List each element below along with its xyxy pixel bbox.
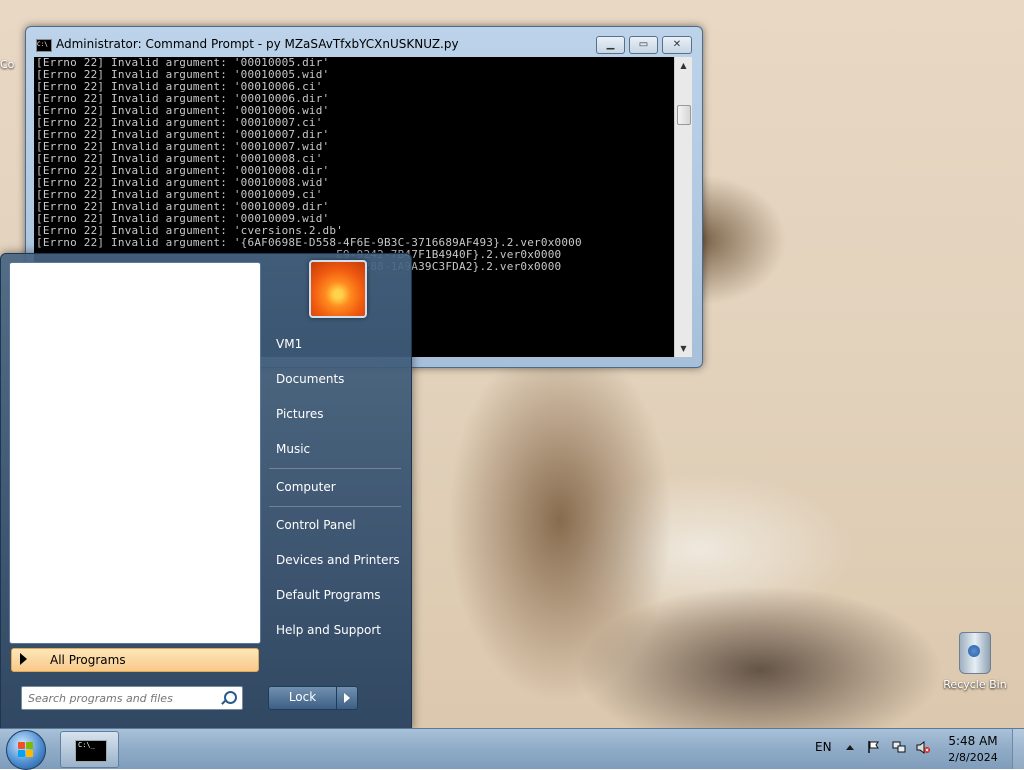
search-input[interactable] (26, 687, 220, 709)
all-programs-button[interactable]: All Programs (11, 648, 259, 672)
cmd-vertical-scrollbar[interactable]: ▲ ▼ (674, 57, 692, 357)
user-avatar[interactable] (309, 260, 367, 318)
start-item-control-panel[interactable]: Control Panel (276, 518, 356, 532)
cmd-icon: C:\ (36, 39, 52, 52)
language-indicator[interactable]: EN (815, 740, 832, 754)
scroll-down-icon[interactable]: ▼ (675, 340, 692, 357)
clock-time[interactable]: 5:48 AM (938, 734, 1008, 748)
shutdown-options-arrow-button[interactable] (336, 686, 358, 710)
scroll-thumb[interactable] (677, 105, 691, 125)
start-menu-divider (269, 506, 401, 507)
arrow-right-icon (20, 653, 27, 665)
desktop-icon-partial-label[interactable]: Co (0, 58, 14, 71)
console-lines: [Errno 22] Invalid argument: '00010005.d… (34, 57, 674, 273)
close-button[interactable]: ✕ (662, 36, 692, 54)
start-item-default-programs[interactable]: Default Programs (276, 588, 381, 602)
network-icon[interactable] (892, 741, 906, 754)
cmd-icon: C:\_ (75, 740, 107, 762)
search-icon[interactable] (224, 691, 237, 704)
show-hidden-icons-icon[interactable] (846, 745, 854, 750)
start-menu-divider (269, 468, 401, 469)
taskbar: C:\_ EN 5:48 AM 2/8/2024 (0, 728, 1024, 770)
recycle-bin-shortcut[interactable]: Recycle Bin (942, 632, 1008, 691)
start-item-devices-printers[interactable]: Devices and Printers (276, 553, 400, 567)
all-programs-label: All Programs (50, 653, 126, 667)
recycle-bin-label: Recycle Bin (943, 678, 1007, 691)
show-desktop-button[interactable] (1012, 729, 1024, 769)
maximize-button[interactable]: ▭ (629, 36, 658, 54)
cmd-titlebar[interactable]: C:\ Administrator: Command Prompt - py M… (26, 27, 702, 57)
start-menu: All Programs VM1 Documents Pictures Musi… (0, 253, 412, 730)
search-box[interactable] (21, 686, 243, 710)
windows-logo-icon (18, 742, 34, 758)
minimize-button[interactable]: ▁ (596, 36, 625, 54)
start-item-computer[interactable]: Computer (276, 480, 336, 494)
start-item-pictures[interactable]: Pictures (276, 407, 324, 421)
start-item-music[interactable]: Music (276, 442, 310, 456)
cmd-window-title: Administrator: Command Prompt - py MZaSA… (56, 37, 459, 51)
action-center-flag-icon[interactable] (868, 741, 880, 753)
taskbar-cmd-button[interactable]: C:\_ (60, 731, 119, 768)
recycle-bin-icon (959, 632, 991, 674)
pinned-programs-list[interactable] (9, 262, 261, 644)
start-button[interactable] (6, 730, 46, 770)
start-item-help-support[interactable]: Help and Support (276, 623, 381, 637)
lock-button[interactable]: Lock (268, 686, 337, 710)
clock-date[interactable]: 2/8/2024 (938, 751, 1008, 764)
volume-muted-icon[interactable] (916, 741, 930, 754)
start-item-documents[interactable]: Documents (276, 372, 344, 386)
scroll-up-icon[interactable]: ▲ (675, 57, 692, 74)
start-item-user[interactable]: VM1 (276, 337, 302, 351)
